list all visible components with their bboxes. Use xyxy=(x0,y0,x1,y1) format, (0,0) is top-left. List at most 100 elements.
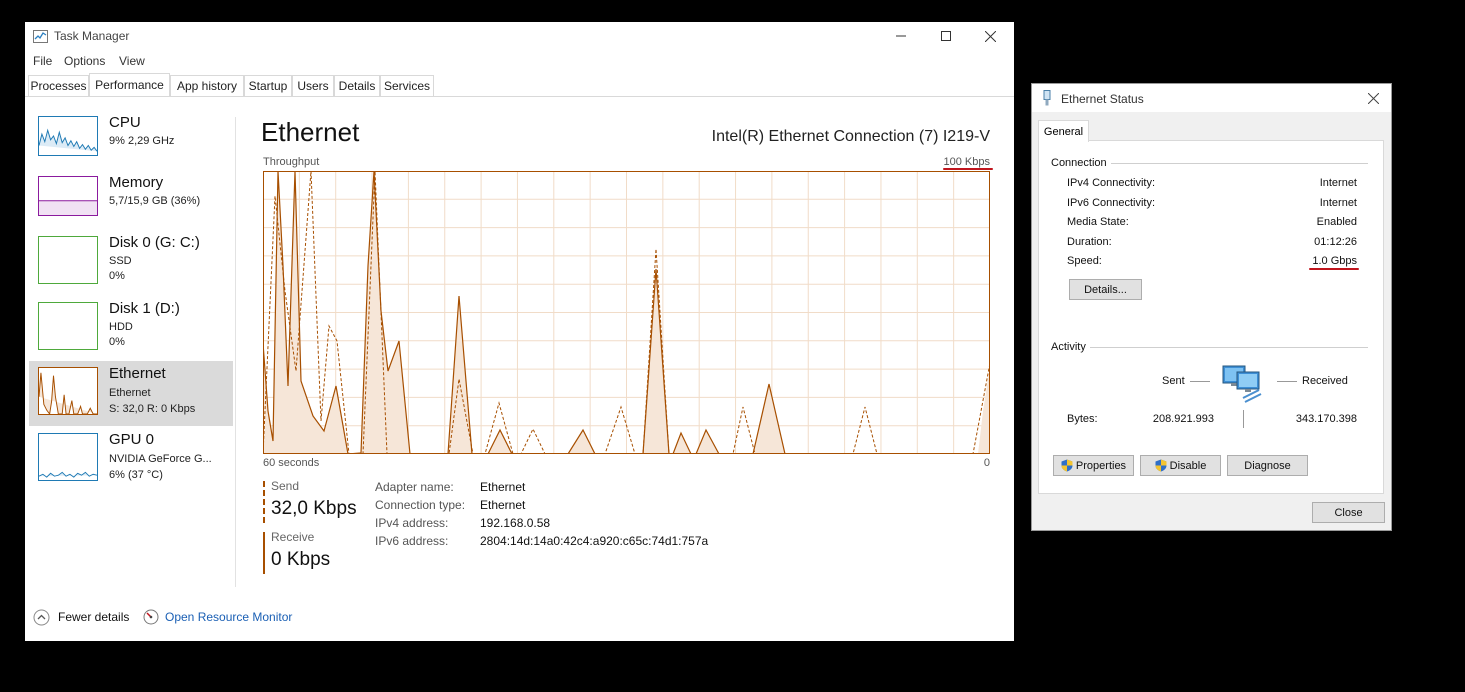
connection-value: Internet xyxy=(1319,177,1357,189)
resource-title: Ethernet xyxy=(261,117,360,147)
graph-time-axis-label: 60 seconds xyxy=(263,457,320,469)
sidebar-divider xyxy=(235,117,236,587)
shield-icon xyxy=(1061,459,1073,472)
dialog-title-bar[interactable]: Ethernet Status xyxy=(1032,84,1391,112)
chevron-up-icon xyxy=(33,609,50,625)
bytes-divider xyxy=(1243,410,1244,428)
tab-performance[interactable]: Performance xyxy=(89,73,170,96)
tab-startup[interactable]: Startup xyxy=(244,75,292,96)
receive-stat: Receive 0 Kbps xyxy=(263,530,363,574)
dialog-close-x-button[interactable] xyxy=(1363,88,1383,108)
connection-key: IPv6 Connectivity: xyxy=(1067,197,1156,209)
sent-connector-line xyxy=(1190,381,1210,382)
prop-key: IPv6 address: xyxy=(375,534,449,548)
tab-processes[interactable]: Processes xyxy=(28,75,89,96)
sidebar-item-ethernet[interactable]: Ethernet Ethernet S: 32,0 R: 0 Kbps xyxy=(29,361,233,426)
send-legend-swatch xyxy=(263,481,267,523)
details-button[interactable]: Details... xyxy=(1069,279,1142,300)
disable-label: Disable xyxy=(1169,459,1207,472)
tab-app-history[interactable]: App history xyxy=(170,75,244,96)
connection-group-label: Connection xyxy=(1051,157,1111,169)
menu-view[interactable]: View xyxy=(119,54,145,68)
task-manager-window: Task Manager File Options View Processes… xyxy=(25,22,1014,641)
activity-group-label: Activity xyxy=(1051,341,1090,353)
prop-key: IPv4 address: xyxy=(375,516,449,530)
close-button[interactable] xyxy=(968,22,1013,50)
minimize-icon xyxy=(895,35,906,37)
sidebar-item-usage: 0% xyxy=(109,336,125,348)
sidebar-item-usage: 6% (37 °C) xyxy=(109,469,163,481)
sidebar-item-detail: HDD xyxy=(109,321,133,333)
receive-label: Receive xyxy=(271,530,315,544)
cpu-thumbnail xyxy=(38,116,98,156)
sidebar-item-detail: NVIDIA GeForce G... xyxy=(109,453,212,465)
sent-label: Sent xyxy=(1162,375,1185,387)
sidebar-item-detail: SSD xyxy=(109,255,132,267)
tab-general[interactable]: General xyxy=(1038,120,1089,142)
throughput-graph xyxy=(263,171,990,454)
adapter-name-title: Intel(R) Ethernet Connection (7) I219-V xyxy=(711,128,990,145)
connection-value: Internet xyxy=(1319,197,1357,209)
receive-legend-swatch xyxy=(263,532,265,574)
sidebar-item-gpu-0[interactable]: GPU 0 NVIDIA GeForce G... 6% (37 °C) xyxy=(29,427,233,492)
sidebar-item-label: Memory xyxy=(109,174,164,191)
menu-options[interactable]: Options xyxy=(64,54,105,68)
properties-button[interactable]: Properties xyxy=(1053,455,1134,476)
sidebar-item-cpu[interactable]: CPU 9% 2,29 GHz xyxy=(29,110,233,175)
open-resource-monitor-link[interactable]: Open Resource Monitor xyxy=(143,607,292,627)
task-manager-icon xyxy=(33,30,48,43)
graph-label: Throughput xyxy=(263,156,320,168)
tab-details[interactable]: Details xyxy=(334,75,380,96)
prop-value: Ethernet xyxy=(480,498,526,512)
sidebar-item-label: Disk 0 (G: C:) xyxy=(109,234,200,251)
graph-zero-label: 0 xyxy=(983,457,990,469)
maximize-icon xyxy=(940,31,951,41)
receive-value: 0 Kbps xyxy=(271,549,331,570)
shield-icon xyxy=(1155,459,1167,472)
activity-group-line xyxy=(1052,347,1368,348)
speed-value: 1.0 Gbps xyxy=(1312,255,1357,267)
fewer-details-label: Fewer details xyxy=(58,610,130,624)
gpu-thumbnail xyxy=(38,433,98,481)
sidebar-item-label: CPU xyxy=(109,114,141,131)
sidebar-item-memory[interactable]: Memory 5,7/15,9 GB (36%) xyxy=(29,170,233,235)
prop-key: Connection type: xyxy=(375,498,466,512)
sidebar-item-disk-0[interactable]: Disk 0 (G: C:) SSD 0% xyxy=(29,230,233,295)
close-button[interactable]: Close xyxy=(1312,502,1385,523)
title-bar[interactable]: Task Manager xyxy=(25,22,1014,50)
network-computers-icon xyxy=(1222,365,1262,403)
send-value: 32,0 Kbps xyxy=(271,498,357,519)
ethernet-thumbnail xyxy=(38,367,98,415)
annotation-underline xyxy=(1309,268,1359,270)
memory-thumbnail xyxy=(38,176,98,216)
close-icon xyxy=(985,30,996,42)
bytes-sent-value: 208.921.993 xyxy=(1152,413,1214,425)
sidebar-item-detail: Ethernet xyxy=(109,387,151,399)
tab-users[interactable]: Users xyxy=(292,75,334,96)
connection-key: Speed: xyxy=(1067,255,1102,267)
disable-button[interactable]: Disable xyxy=(1140,455,1221,476)
open-resource-monitor-label: Open Resource Monitor xyxy=(165,610,293,624)
diagnose-button[interactable]: Diagnose xyxy=(1227,455,1308,476)
bytes-received-value: 343.170.398 xyxy=(1295,413,1357,425)
connection-value: Enabled xyxy=(1316,216,1357,228)
sidebar-item-disk-1[interactable]: Disk 1 (D:) HDD 0% xyxy=(29,296,233,361)
sidebar-item-label: Ethernet xyxy=(109,365,166,382)
prop-value: 2804:14d:14a0:42c4:a920:c65c:74d1:757a xyxy=(480,534,709,548)
connection-key: Duration: xyxy=(1067,236,1112,248)
disk0-thumbnail xyxy=(38,236,98,284)
sidebar-item-detail: 5,7/15,9 GB (36%) xyxy=(109,195,201,207)
fewer-details-button[interactable]: Fewer details xyxy=(33,607,129,627)
tab-divider xyxy=(25,96,1014,97)
bytes-label: Bytes: xyxy=(1067,413,1098,425)
resource-monitor-icon xyxy=(143,609,159,625)
maximize-button[interactable] xyxy=(923,22,968,50)
sidebar-item-throughput: S: 32,0 R: 0 Kbps xyxy=(109,403,196,415)
connection-key: Media State: xyxy=(1067,216,1129,228)
send-stat: Send 32,0 Kbps xyxy=(263,479,363,523)
minimize-button[interactable] xyxy=(878,22,923,50)
disk1-thumbnail xyxy=(38,302,98,350)
network-adapter-icon xyxy=(1043,90,1051,106)
tab-services[interactable]: Services xyxy=(380,75,434,96)
menu-file[interactable]: File xyxy=(33,54,52,68)
